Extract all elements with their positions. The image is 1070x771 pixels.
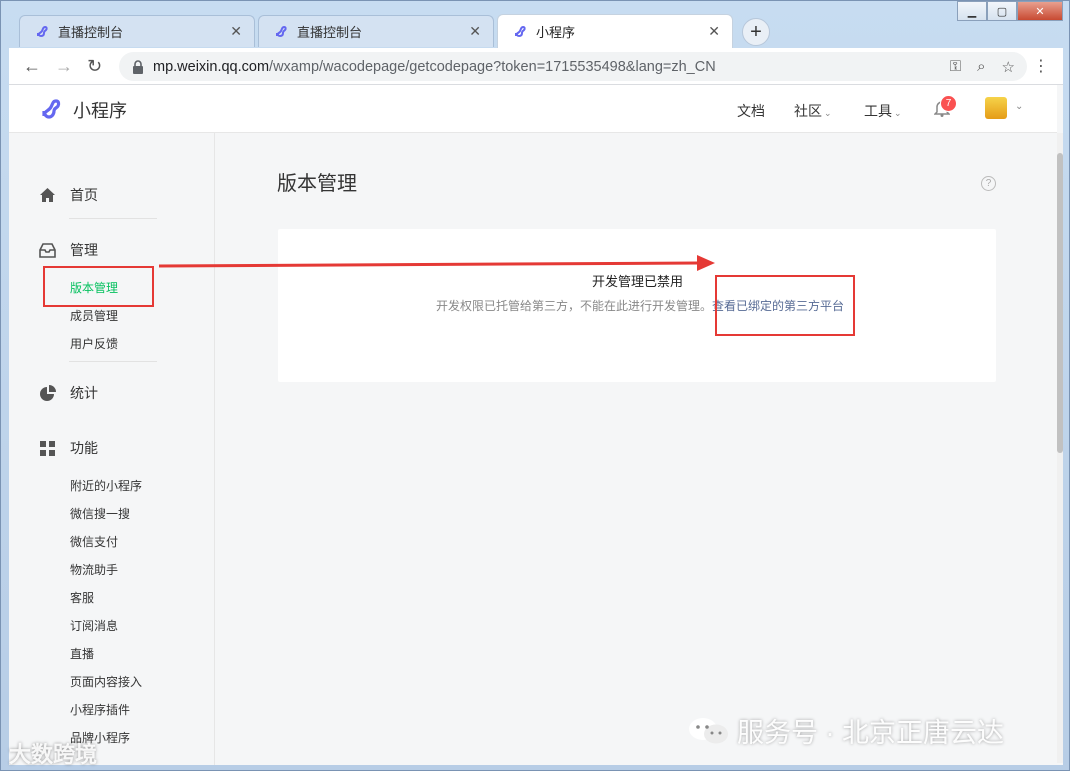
lock-icon — [133, 59, 143, 74]
browser-tab-3[interactable]: 小程序 ✕ — [497, 14, 733, 48]
divider — [69, 218, 157, 219]
zoom-icon[interactable]: ⌕ — [977, 58, 985, 76]
status-card: 开发管理已禁用 开发权限已托管给第三方，不能在此进行开发管理。查看已绑定的第三方… — [278, 229, 996, 382]
sidebar-group-manage[interactable]: 管理 — [39, 240, 98, 260]
wechat-icon — [689, 717, 728, 743]
tab-label: 小程序 — [536, 25, 576, 40]
sidebar-item-customer-service[interactable]: 客服 — [70, 589, 94, 606]
key-icon[interactable]: ⚿ — [950, 58, 961, 76]
browser-tab-2[interactable]: 直播控制台 ✕ — [258, 15, 494, 47]
maximize-icon[interactable]: ▢ — [987, 1, 1017, 21]
chevron-down-icon: ⌄ — [894, 108, 902, 118]
card-title: 开发管理已禁用 — [592, 274, 684, 289]
pie-chart-icon — [40, 384, 56, 401]
scrollbar-thumb[interactable] — [1057, 153, 1063, 453]
inbox-icon — [39, 242, 56, 258]
address-bar[interactable]: mp.weixin.qq.com/wxamp/wacodepage/getcod… — [119, 52, 1027, 81]
close-icon[interactable]: ✕ — [708, 23, 720, 40]
menu-icon[interactable]: ⋮ — [1033, 56, 1049, 76]
tab-label: 直播控制台 — [297, 25, 363, 40]
url-host: mp.weixin.qq.com — [153, 58, 270, 75]
scrollbar[interactable] — [1057, 133, 1063, 763]
divider — [69, 361, 157, 362]
home-icon — [40, 188, 55, 202]
back-icon[interactable]: ← — [23, 56, 41, 77]
grid-icon — [40, 440, 55, 456]
watermark-corner: 大数跨境 — [9, 742, 98, 767]
close-icon[interactable]: ✕ — [469, 23, 481, 40]
reload-icon[interactable]: ↻ — [87, 56, 102, 77]
sidebar-item-search[interactable]: 微信搜一搜 — [70, 505, 130, 522]
window-close-icon[interactable]: ✕ — [1017, 1, 1063, 21]
avatar[interactable] — [985, 97, 1007, 119]
tab-label: 直播控制台 — [58, 25, 124, 40]
top-navigation: 小程序 文档 社区 ⌄ 工具 ⌄ 7 ⌄ — [9, 85, 1057, 133]
chevron-down-icon: ⌄ — [824, 108, 832, 118]
help-icon[interactable]: ? — [981, 176, 996, 191]
nav-tools[interactable]: 工具 ⌄ — [864, 101, 902, 121]
forward-icon[interactable]: → — [55, 56, 73, 77]
sidebar-item-plugins[interactable]: 小程序插件 — [70, 701, 130, 718]
sidebar-group-features[interactable]: 功能 — [39, 438, 98, 458]
browser-tab-1[interactable]: 直播控制台 ✕ — [19, 15, 255, 47]
page-title: 版本管理 — [277, 173, 357, 195]
brand-logo[interactable]: 小程序 — [39, 97, 127, 123]
sidebar-item-subscribe[interactable]: 订阅消息 — [70, 617, 118, 634]
nav-docs[interactable]: 文档 — [737, 101, 765, 121]
sidebar: 首页 管理 版本管理 成员管理 用户反馈 统计 功能 附近的小程序 微信搜一搜 … — [9, 133, 215, 765]
sidebar-item-pay[interactable]: 微信支付 — [70, 533, 118, 550]
sidebar-item-home[interactable]: 首页 — [39, 185, 98, 205]
brand-name: 小程序 — [73, 101, 127, 121]
watermark-service: 服务号 · 北京正唐云达 — [687, 711, 1004, 750]
browser-window: ▁ ▢ ✕ 直播控制台 ✕ 直播控制台 ✕ 小程序 ✕ + ← → ↻ mp.w… — [0, 0, 1070, 771]
notification-badge: 7 — [940, 95, 957, 112]
close-icon[interactable]: ✕ — [230, 23, 242, 40]
minimize-icon[interactable]: ▁ — [957, 1, 987, 21]
miniprogram-icon — [276, 25, 287, 37]
sidebar-item-user-feedback[interactable]: 用户反馈 — [70, 335, 118, 352]
sidebar-item-page-content[interactable]: 页面内容接入 — [70, 673, 142, 690]
sidebar-group-stats[interactable]: 统计 — [39, 383, 98, 403]
highlight-box-version — [43, 266, 154, 307]
nav-community[interactable]: 社区 ⌄ — [794, 101, 832, 121]
chevron-down-icon[interactable]: ⌄ — [1015, 101, 1023, 112]
page-content: 小程序 文档 社区 ⌄ 工具 ⌄ 7 ⌄ 首页 管理 版本管理 成员管理 用户反馈 — [9, 85, 1063, 765]
sidebar-item-live[interactable]: 直播 — [70, 645, 94, 662]
window-controls: ▁ ▢ ✕ — [957, 1, 1063, 21]
sidebar-item-logistics[interactable]: 物流助手 — [70, 561, 118, 578]
url-path: /wxamp/wacodepage/getcodepage?token=1715… — [269, 58, 716, 75]
sidebar-item-nearby[interactable]: 附近的小程序 — [70, 477, 142, 494]
miniprogram-icon — [37, 25, 48, 37]
sidebar-item-member-management[interactable]: 成员管理 — [70, 307, 118, 324]
miniprogram-logo-icon — [42, 99, 61, 119]
browser-toolbar: ← → ↻ mp.weixin.qq.com/wxamp/wacodepage/… — [9, 48, 1063, 85]
highlight-box-link — [715, 275, 855, 336]
new-tab-button[interactable]: + — [742, 18, 770, 46]
miniprogram-icon — [515, 25, 526, 37]
star-icon[interactable]: ☆ — [1002, 58, 1015, 76]
